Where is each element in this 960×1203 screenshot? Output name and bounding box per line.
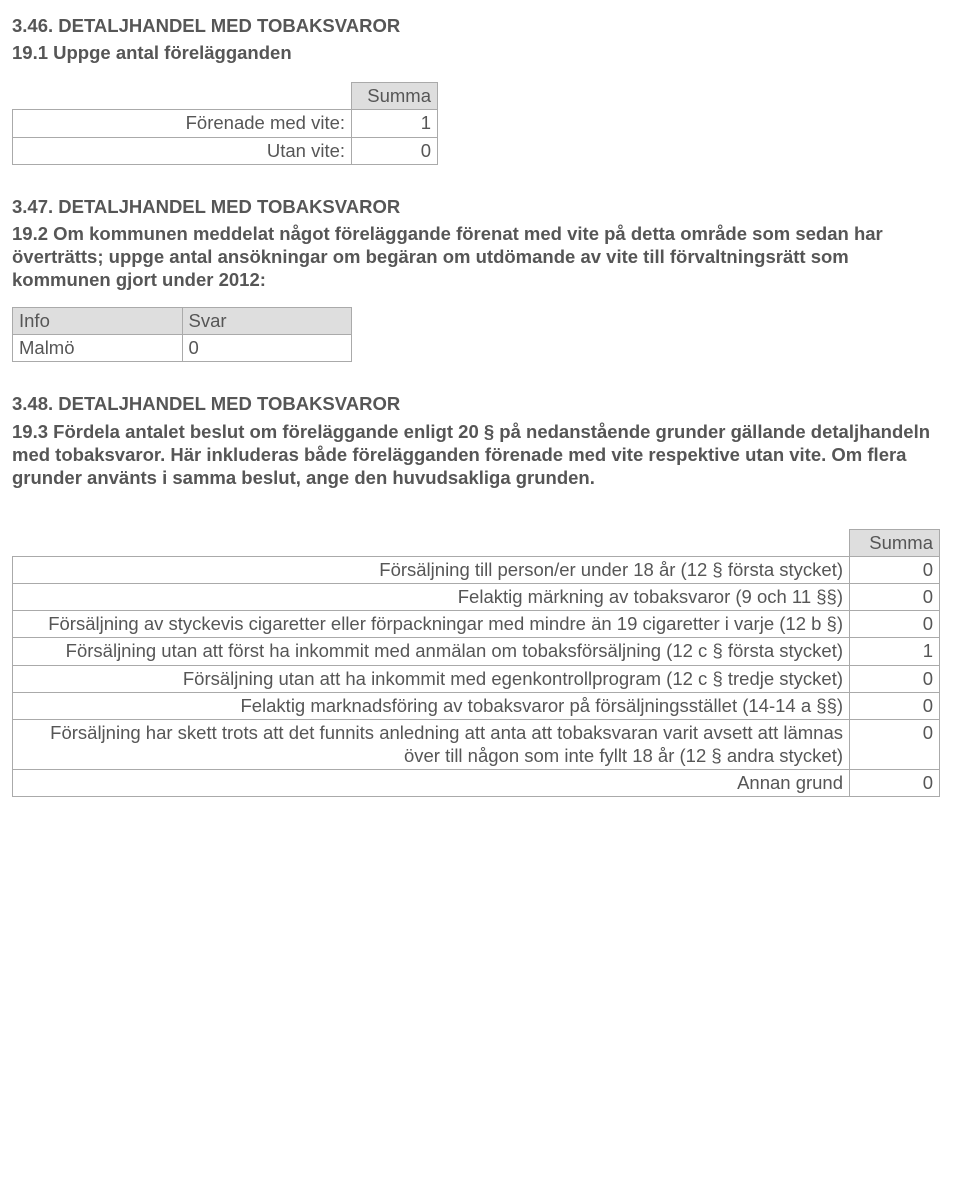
table-348-row1-label: Felaktig märkning av tobaksvaror (9 och … [13, 584, 850, 611]
section-346-title: 3.46. DETALJHANDEL MED TOBAKSVAROR [12, 14, 948, 37]
table-row: Försäljning utan att först ha inkommit m… [13, 638, 940, 665]
table-348-row5-label: Felaktig marknadsföring av tobaksvaror p… [13, 692, 850, 719]
table-347-col1: Info [13, 308, 183, 335]
table-row: Utan vite: 0 [13, 137, 438, 164]
table-348-header: Summa [850, 529, 940, 556]
table-347: Info Svar Malmö 0 [12, 307, 352, 362]
table-348-row3-label: Försäljning utan att först ha inkommit m… [13, 638, 850, 665]
section-348-title: 3.48. DETALJHANDEL MED TOBAKSVAROR [12, 392, 948, 415]
table-row: Felaktig marknadsföring av tobaksvaror p… [13, 692, 940, 719]
table-348-row0-label: Försäljning till person/er under 18 år (… [13, 557, 850, 584]
table-row: Förenade med vite: 1 [13, 110, 438, 137]
table-348-row2-value: 0 [850, 611, 940, 638]
table-348-row5-value: 0 [850, 692, 940, 719]
table-348-row4-label: Försäljning utan att ha inkommit med ege… [13, 665, 850, 692]
table-348-row6-label: Försäljning har skett trots att det funn… [13, 719, 850, 769]
table-row: Försäljning av styckevis cigaretter elle… [13, 611, 940, 638]
table-346-row1-label: Utan vite: [13, 137, 352, 164]
section-348-para: 19.3 Fördela antalet beslut om förelägga… [12, 420, 948, 489]
table-347-row-value: 0 [182, 335, 351, 362]
table-346-header: Summa [352, 83, 438, 110]
table-row: Försäljning utan att ha inkommit med ege… [13, 665, 940, 692]
table-row: Felaktig märkning av tobaksvaror (9 och … [13, 584, 940, 611]
table-348-row4-value: 0 [850, 665, 940, 692]
table-348-row3-value: 1 [850, 638, 940, 665]
section-346-subtitle: 19.1 Uppge antal förelägganden [12, 41, 948, 64]
table-346-row1-value: 0 [352, 137, 438, 164]
table-347-row-label: Malmö [13, 335, 183, 362]
table-346-row0-value: 1 [352, 110, 438, 137]
section-347-title: 3.47. DETALJHANDEL MED TOBAKSVAROR [12, 195, 948, 218]
table-row: Försäljning till person/er under 18 år (… [13, 557, 940, 584]
table-row: Malmö 0 [13, 335, 352, 362]
table-348: Summa Försäljning till person/er under 1… [12, 529, 940, 797]
table-348-row7-value: 0 [850, 770, 940, 797]
table-348-row1-value: 0 [850, 584, 940, 611]
table-row: Annan grund 0 [13, 770, 940, 797]
table-348-row2-label: Försäljning av styckevis cigaretter elle… [13, 611, 850, 638]
table-347-col2: Svar [182, 308, 351, 335]
table-346-row0-label: Förenade med vite: [13, 110, 352, 137]
section-347-para: 19.2 Om kommunen meddelat något förelägg… [12, 222, 948, 291]
table-348-row0-value: 0 [850, 557, 940, 584]
table-348-row7-label: Annan grund [13, 770, 850, 797]
table-348-row6-value: 0 [850, 719, 940, 769]
table-346: Summa Förenade med vite: 1 Utan vite: 0 [12, 82, 438, 164]
table-row: Försäljning har skett trots att det funn… [13, 719, 940, 769]
